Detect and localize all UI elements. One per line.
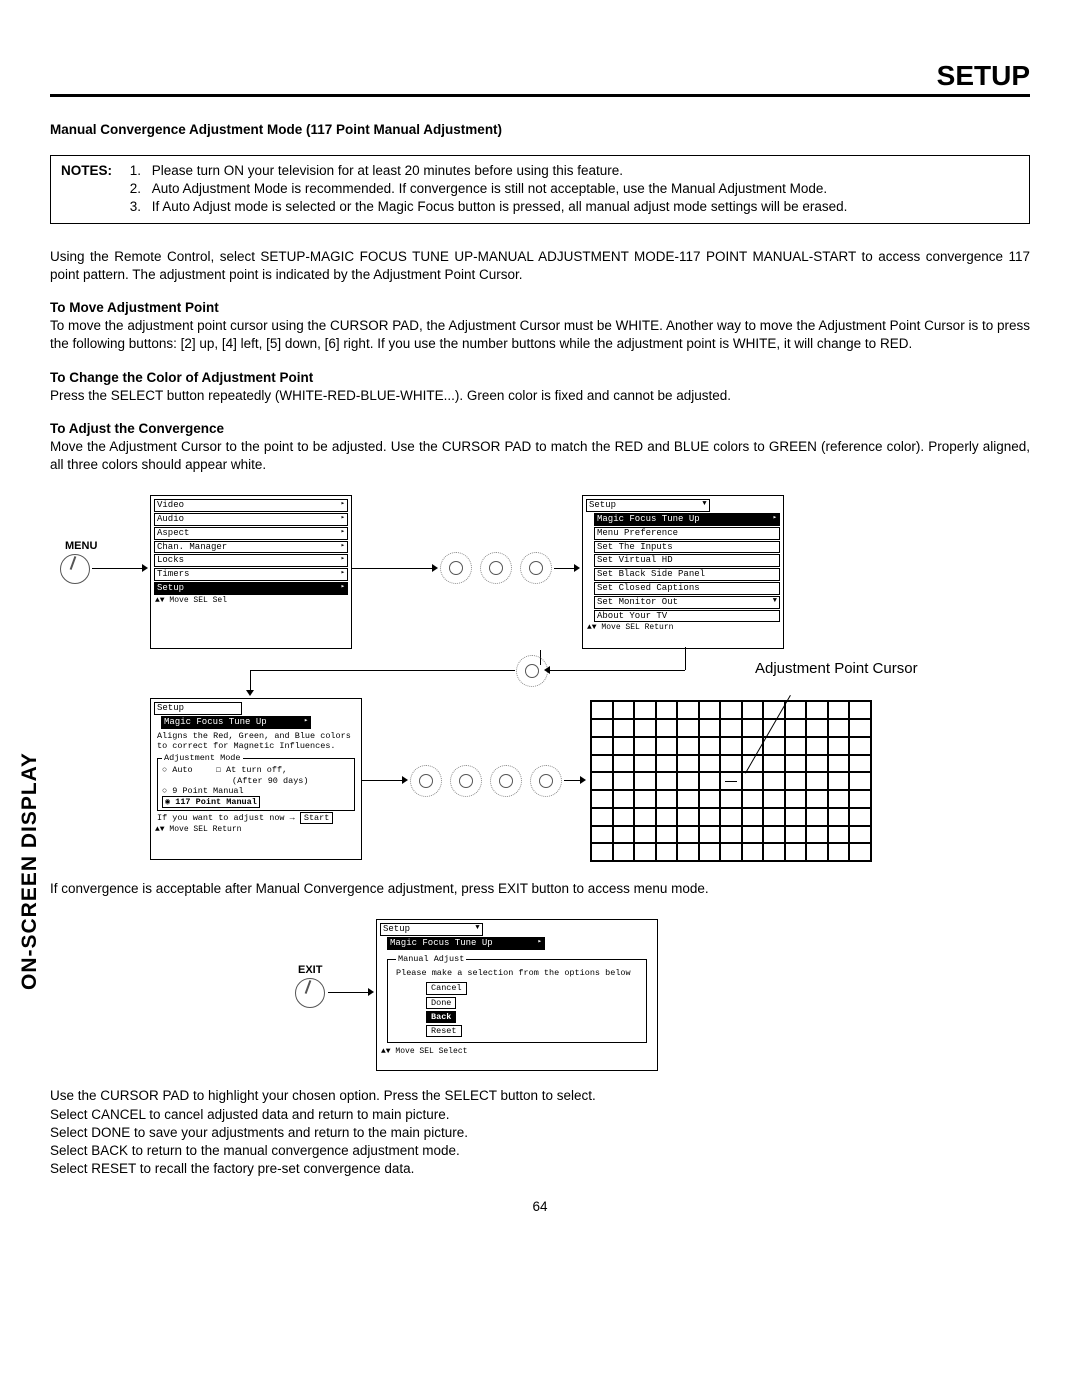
note-text: If Auto Adjust mode is selected or the M… [152,198,848,216]
menu-label: MENU [65,540,97,552]
osd-menu-magic-focus: Setup Magic Focus Tune Up▸ Aligns the Re… [150,698,362,860]
osd-menu-setup: Setup▼ Magic Focus Tune Up▸ Menu Prefere… [582,495,784,649]
select-button-icon [530,765,562,797]
option-item: Reset [426,1025,462,1037]
prompt-row: If you want to adjust now → Start [157,813,355,823]
menu-item: About Your TV [594,610,780,623]
menu-item: Timers▸ [154,568,348,581]
figure-exit: EXIT Setup▼ Magic Focus Tune Up▸ Manual … [50,914,1030,1079]
cursor-label: Adjustment Point Cursor [755,660,918,678]
osd-menu-main: Video▸ Audio▸ Aspect▸ Chan. Manager▸ Loc… [150,495,352,649]
radio-option-selected: ◉ 117 Point Manual [162,796,260,808]
menu-title: Setup [154,702,242,715]
notes-label: NOTES: [61,162,126,180]
menu-item: Locks▸ [154,554,348,567]
section-heading-adjust: To Adjust the Convergence [50,421,1030,436]
menu-item-selected: Magic Focus Tune Up▸ [594,513,780,526]
page-number: 64 [50,1199,1030,1214]
note-text: Please turn ON your television for at le… [152,162,623,180]
cursor-pad-icon [480,552,512,584]
subtitle: Manual Convergence Adjustment Mode (117 … [50,122,1030,137]
note-text: Auto Adjustment Mode is recommended. If … [152,180,827,198]
page-header: SETUP [50,60,1030,97]
start-button-graphic: Start [300,812,334,824]
menu-footer: ▲▼ Move SEL Select [381,1047,653,1057]
exit-label: EXIT [298,964,322,976]
closing-line: Select BACK to return to the manual conv… [50,1142,1030,1160]
menu-item: Set Monitor Out▼ [594,596,780,609]
section-heading-color: To Change the Color of Adjustment Point [50,370,1030,385]
menu-item: Set Black Side Panel [594,568,780,581]
prompt-text: Please make a selection from the options… [396,968,638,978]
menu-title: Setup▼ [586,499,710,512]
adjustment-grid [590,700,872,862]
cursor-pad-icon [410,765,442,797]
menu-sub-selected: Magic Focus Tune Up▸ [161,716,311,729]
menu-item: Set Closed Captions [594,582,780,595]
menu-description: Aligns the Red, Green, and Blue colors t… [157,731,355,751]
closing-line: Select DONE to save your adjustments and… [50,1124,1030,1142]
radio-option: ○ Auto ☐ At turn off, (After 90 days) [162,765,350,785]
option-item-selected: Back [426,1011,456,1023]
adjustment-point-cursor [720,772,742,790]
intro-paragraph: Using the Remote Control, select SETUP-M… [50,248,1030,284]
section-body-adjust: Move the Adjustment Cursor to the point … [50,438,1030,474]
menu-item: Aspect▸ [154,527,348,540]
menu-item: Video▸ [154,499,348,512]
side-label-osd: ON-SCREEN DISPLAY [18,752,42,990]
option-item: Cancel [426,982,467,994]
after-figure-text: If convergence is acceptable after Manua… [50,880,1030,898]
menu-footer: ▲▼ Move SEL Return [155,825,357,835]
closing-line: Select CANCEL to cancel adjusted data an… [50,1106,1030,1124]
closing-line: Select RESET to recall the factory pre-s… [50,1160,1030,1178]
menu-title: Setup▼ [380,923,483,936]
osd-menu-manual-adjust: Setup▼ Magic Focus Tune Up▸ Manual Adjus… [376,919,658,1071]
notes-box: NOTES: 1.Please turn ON your television … [50,155,1030,224]
cursor-pad-icon [450,765,482,797]
cursor-pad-icon [520,552,552,584]
radio-option: ○ 9 Point Manual [162,786,350,796]
option-item: Done [426,997,456,1009]
fieldset-legend: Adjustment Mode [162,753,243,763]
fieldset-legend: Manual Adjust [396,954,466,964]
note-num: 1. [130,162,152,180]
select-button-icon [440,552,472,584]
note-num: 3. [130,198,152,216]
closing-line: Use the CURSOR PAD to highlight your cho… [50,1087,1030,1105]
menu-footer: ▲▼ Move SEL Sel [155,596,347,606]
menu-item: Audio▸ [154,513,348,526]
menu-footer: ▲▼ Move SEL Return [587,623,779,633]
menu-sub-selected: Magic Focus Tune Up▸ [387,937,545,950]
note-num: 2. [130,180,152,198]
menu-item: Set The Inputs [594,541,780,554]
menu-item: Set Virtual HD [594,554,780,567]
section-heading-move: To Move Adjustment Point [50,300,1030,315]
menu-item-selected: Setup▸ [154,582,348,595]
section-body-move: To move the adjustment point cursor usin… [50,317,1030,353]
cursor-pad-icon [490,765,522,797]
menu-item: Menu Preference [594,527,780,540]
figure-navigation: MENU Video▸ Audio▸ Aspect▸ Chan. Manager… [50,490,1030,870]
section-body-color: Press the SELECT button repeatedly (WHIT… [50,387,1030,405]
menu-item: Chan. Manager▸ [154,541,348,554]
